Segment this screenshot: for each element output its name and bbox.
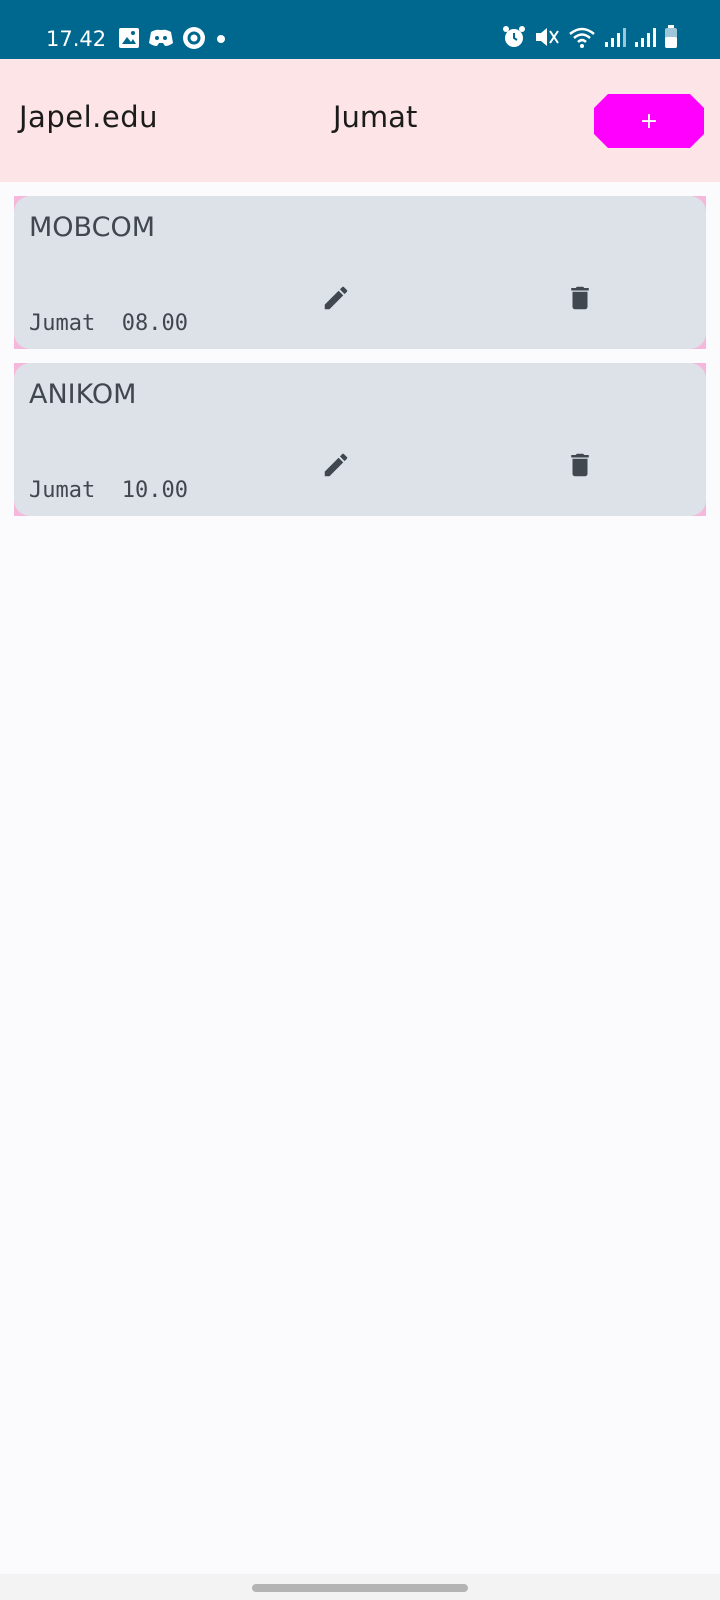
delete-button[interactable] bbox=[560, 447, 600, 487]
home-gesture-handle[interactable] bbox=[252, 1584, 468, 1592]
page-title: Jumat bbox=[333, 100, 418, 134]
schedule-list: MOBCOM Jumat 08.00 ANIKOM Jumat 10.00 bbox=[14, 196, 706, 530]
signal-icon bbox=[604, 26, 626, 52]
status-right-icons bbox=[502, 25, 678, 53]
schedule-time: Jumat 08.00 bbox=[29, 311, 188, 336]
app-brand: Japel.edu bbox=[19, 100, 158, 134]
pencil-icon bbox=[321, 450, 351, 484]
schedule-card[interactable]: ANIKOM Jumat 10.00 bbox=[14, 363, 706, 516]
app-circle-icon bbox=[182, 26, 206, 54]
trash-icon bbox=[565, 450, 595, 484]
navigation-bar bbox=[0, 1574, 720, 1600]
status-bar: 17.42 bbox=[0, 0, 720, 59]
status-left-icons bbox=[118, 27, 228, 53]
signal-icon bbox=[634, 26, 656, 52]
list-item: MOBCOM Jumat 08.00 bbox=[14, 196, 706, 349]
delete-button[interactable] bbox=[560, 280, 600, 320]
add-button[interactable]: + bbox=[594, 94, 704, 148]
schedule-time: Jumat 10.00 bbox=[29, 478, 188, 503]
schedule-name: ANIKOM bbox=[29, 379, 137, 410]
edit-button[interactable] bbox=[316, 447, 356, 487]
app-bar: Japel.edu Jumat + bbox=[0, 59, 720, 182]
edit-button[interactable] bbox=[316, 280, 356, 320]
alarm-icon bbox=[502, 25, 526, 53]
mute-icon bbox=[534, 25, 560, 53]
gallery-icon bbox=[118, 27, 140, 53]
battery-icon bbox=[664, 25, 678, 53]
schedule-name: MOBCOM bbox=[29, 212, 155, 243]
add-button-label: + bbox=[639, 108, 659, 134]
pencil-icon bbox=[321, 283, 351, 317]
schedule-card[interactable]: MOBCOM Jumat 08.00 bbox=[14, 196, 706, 349]
trash-icon bbox=[565, 283, 595, 317]
wifi-icon bbox=[568, 25, 596, 53]
discord-icon bbox=[148, 27, 174, 53]
dot-icon bbox=[214, 31, 228, 50]
status-time: 17.42 bbox=[46, 27, 107, 51]
list-item: ANIKOM Jumat 10.00 bbox=[14, 363, 706, 516]
